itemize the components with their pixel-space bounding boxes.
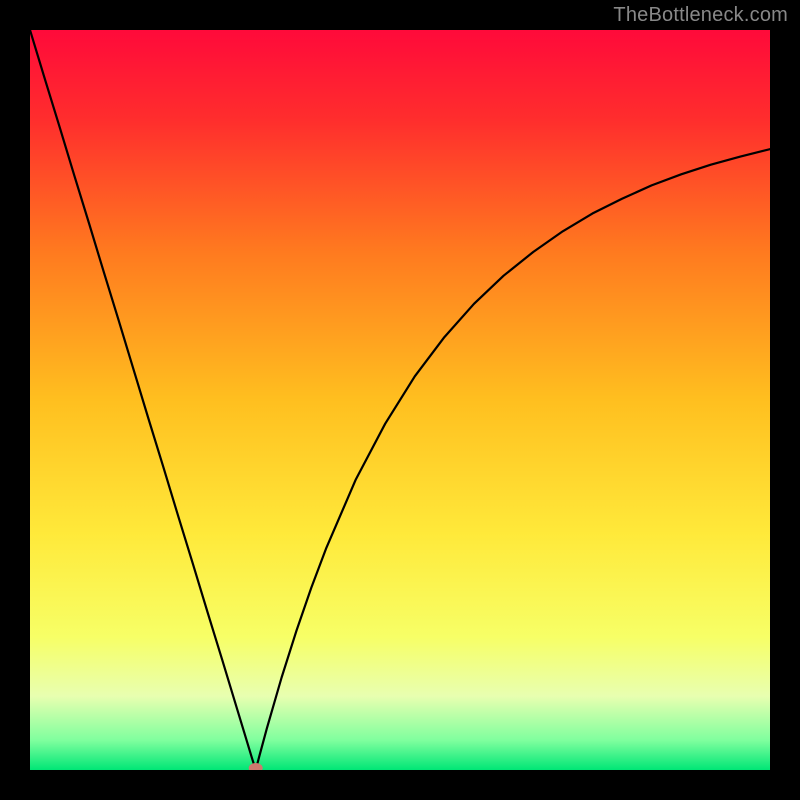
bottleneck-chart — [30, 30, 770, 770]
chart-frame: TheBottleneck.com — [0, 0, 800, 800]
watermark-label: TheBottleneck.com — [613, 4, 788, 27]
plot-area — [30, 30, 770, 770]
